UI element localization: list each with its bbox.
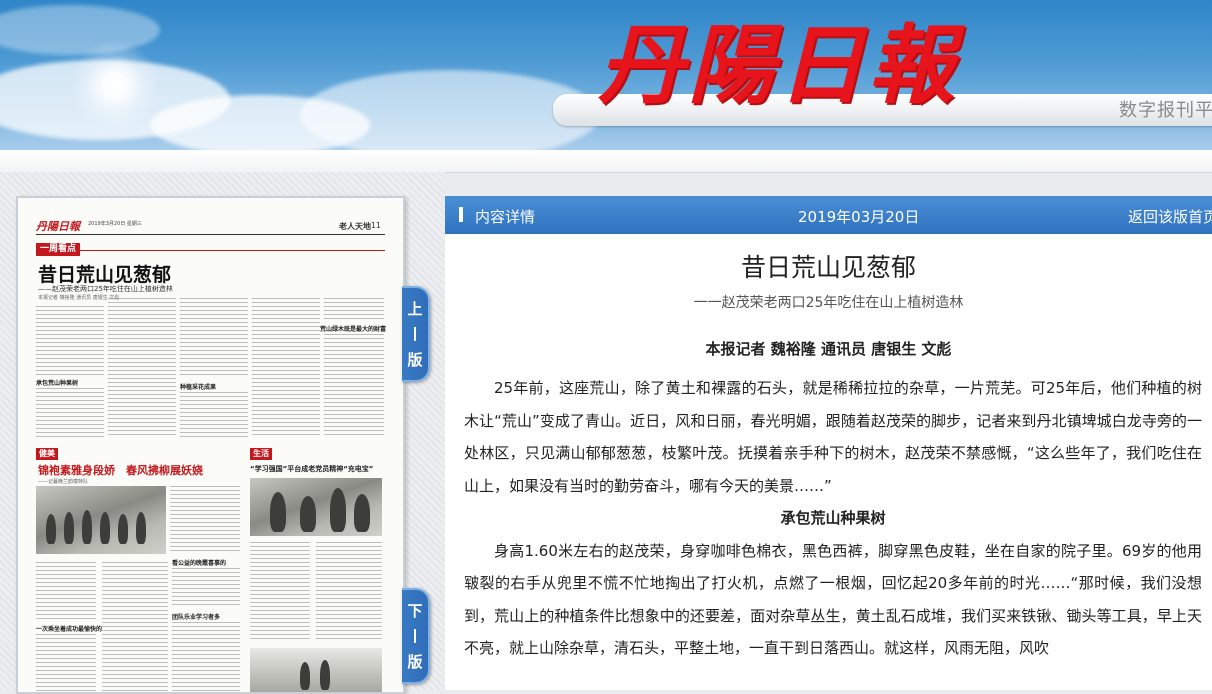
prev-page-button[interactable]: 上 版 (402, 286, 430, 382)
site-logo[interactable]: 丹陽日報 (598, 16, 958, 116)
article-panel: 内容详情 2019年03月20日 返回该版首页 昔日荒山见葱郁 一一赵茂荣老两口… (445, 196, 1212, 690)
prev-page-label-bottom: 版 (407, 351, 423, 369)
np-subhead: 种植采花成果 (180, 384, 217, 391)
np-tag: 生活 (250, 448, 272, 460)
np-text-column (170, 486, 240, 554)
np-subhead: 承包荒山种果树 (36, 380, 79, 387)
article-title: 昔日荒山见葱郁 (740, 253, 916, 282)
np-text-column (36, 634, 96, 692)
next-page-button[interactable]: 下 版 (402, 588, 430, 684)
np-section-name: 老人天地 (339, 222, 371, 231)
article-subtitle: 一一赵茂荣老两口25年吃住在山上植树造林 (693, 295, 964, 311)
next-page-label-top: 下 (407, 602, 423, 620)
np-text-column (36, 388, 104, 438)
np-subhead: 一次乘坐着成功最愉快的 (36, 626, 103, 633)
tab-divider (414, 629, 416, 643)
site-header: 数字报刊平台 丹陽日報 (0, 0, 1212, 150)
np-tag: 健美 (36, 448, 58, 460)
np-tag: 一周看点 (36, 243, 81, 256)
np-rule (36, 234, 385, 235)
np-headline-secondary[interactable]: “学习强国”平台成老党员精神“充电宝” (250, 464, 373, 474)
np-text-column (250, 542, 310, 642)
tab-divider (414, 327, 416, 341)
np-subheadline: ——赵茂荣老两口25年吃住在山上植树造林 (38, 285, 173, 293)
np-text-column (324, 334, 384, 438)
np-text-column (36, 562, 96, 622)
np-masthead: 丹陽日報 (36, 220, 80, 233)
np-photo (250, 648, 382, 692)
np-text-column (316, 542, 382, 642)
np-photo (250, 478, 382, 536)
np-text-column (36, 306, 104, 376)
content-header-bar: 内容详情 2019年03月20日 返回该版首页 (445, 196, 1212, 234)
np-headline[interactable]: 昔日荒山见葱郁 (38, 260, 171, 287)
np-page-number: 11 (370, 221, 381, 230)
back-to-page-link[interactable]: 返回该版首页 (1128, 206, 1212, 227)
article-paragraph: 25年前，这座荒山，除了黄土和裸露的石头，就是稀稀拉拉的杂草，一片荒芜。可25年… (464, 379, 1202, 495)
article-section-heading: 承包荒山种果树 (780, 509, 886, 527)
np-text-column (252, 298, 320, 438)
np-subhead: 荒山绿木既是最大的财富 (320, 326, 387, 333)
content-bar-date: 2019年03月20日 (798, 208, 920, 226)
np-text-column (324, 298, 384, 320)
content-bar-title: 内容详情 (475, 208, 536, 226)
np-date: 2019年3月20日 星期三 (88, 221, 142, 227)
newspaper-page-image[interactable]: 丹陽日報 2019年3月20日 星期三 老人天地 11 一周看点 昔日荒山见葱郁… (16, 196, 405, 694)
np-text-column (172, 568, 240, 608)
np-subheadline: ——记暮晚兰韵模特队 (38, 479, 89, 485)
site-tagline: 数字报刊平台 (1119, 100, 1212, 121)
prev-page-label-top: 上 (407, 300, 423, 318)
article-byline: 本报记者 魏裕隆 通讯员 唐银生 文彪 (705, 340, 952, 358)
np-text-column (180, 298, 248, 378)
np-text-column (172, 622, 240, 692)
np-subhead: 团队乐业学习者多 (172, 614, 221, 621)
next-page-label-bottom: 版 (407, 653, 423, 671)
article-body: 25年前，这座荒山，除了黄土和裸露的石头，就是稀稀拉拉的杂草，一片荒芜。可25年… (464, 372, 1202, 665)
np-text-column (102, 562, 168, 692)
np-text-column (180, 392, 248, 438)
article-paragraph: 身高1.60米左右的赵茂荣，身穿咖啡色棉衣，黑色西裤，脚穿黑色皮鞋，坐在自家的院… (464, 541, 1202, 658)
np-rule (76, 250, 385, 251)
np-subhead: 看公益的晚霞喜事的 (172, 560, 227, 567)
np-headline-secondary[interactable]: 锦袍素雅身段娇 春风拂柳展妖娆 (38, 462, 203, 478)
np-photo (36, 486, 166, 554)
header-divider (0, 150, 1212, 173)
np-text-column (108, 298, 176, 438)
bar-indicator-icon (459, 207, 463, 222)
